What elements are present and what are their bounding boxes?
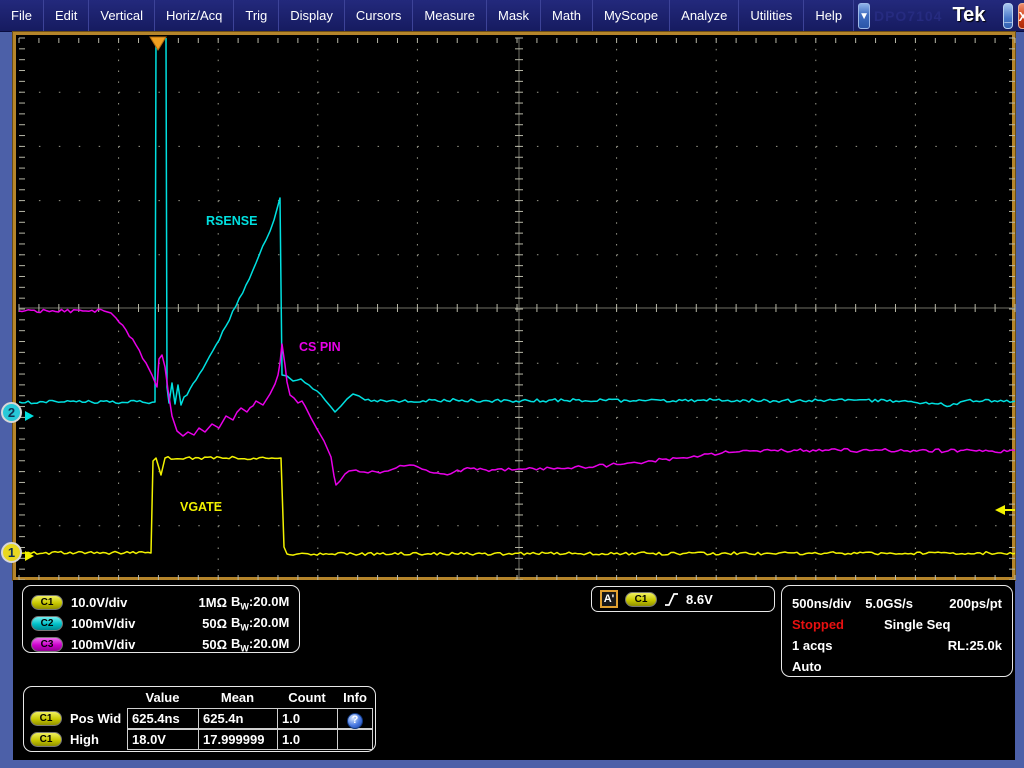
rising-edge-icon (664, 591, 679, 608)
menu-item-trig[interactable]: Trig (234, 0, 279, 31)
meas-header-info: Info (337, 690, 373, 705)
menu-item-measure[interactable]: Measure (413, 0, 487, 31)
menu-dropdown-button[interactable]: ▼ (858, 3, 870, 29)
channel1-reference-marker[interactable]: 1 (1, 542, 22, 563)
trigger-channel-badge[interactable]: C1 (625, 592, 657, 607)
meas-row1-value: 625.4ns (127, 708, 198, 729)
menu-item-file[interactable]: File (0, 0, 44, 31)
acquisition-count: 1 acqs (792, 638, 832, 653)
channel2-bandwidth: BW:20.0M (231, 615, 289, 633)
trace-rsense (19, 37, 1016, 412)
meas-row2-channel-badge[interactable]: C1 (30, 732, 62, 747)
trace-cs-pin (19, 309, 1016, 485)
channel-settings-panel[interactable]: C1 10.0V/div 1MΩ BW:20.0M C2 100mV/div 5… (22, 585, 300, 653)
trace-label-rsense: RSENSE (206, 214, 257, 228)
channel1-badge[interactable]: C1 (31, 595, 63, 610)
meas-header-value: Value (127, 690, 198, 705)
readout-area: C1 10.0V/div 1MΩ BW:20.0M C2 100mV/div 5… (13, 580, 1015, 760)
channel2-impedance: 50Ω (179, 616, 231, 631)
meas-row1-name: C1 Pos Wid (24, 711, 127, 726)
menu-item-math[interactable]: Math (541, 0, 593, 31)
channel2-badge[interactable]: C2 (31, 616, 63, 631)
meas-row1-channel-badge[interactable]: C1 (30, 711, 62, 726)
channel1-scale: 10.0V/div (71, 595, 179, 610)
info-icon[interactable]: ? (347, 713, 363, 729)
channel3-badge[interactable]: C3 (31, 637, 63, 652)
minimize-icon: _ (1004, 9, 1011, 24)
timebase: 500ns/div (792, 596, 851, 611)
meas-row2-info (337, 729, 373, 750)
channel1-settings-row[interactable]: C1 10.0V/div 1MΩ BW:20.0M (31, 592, 289, 613)
close-icon: X (1019, 9, 1024, 24)
trigger-level-arrow[interactable] (995, 505, 1005, 515)
menu-item-myscope[interactable]: MyScope (593, 0, 670, 31)
menu-item-horiz-acq[interactable]: Horiz/Acq (155, 0, 234, 31)
acquisition-mode: Single Seq (884, 617, 950, 632)
trace-label-cs-pin: CS PIN (299, 340, 341, 354)
graticule-grid (19, 38, 1015, 580)
channel1-bandwidth: BW:20.0M (231, 594, 289, 612)
channel2-reference-marker[interactable]: 2 (1, 402, 22, 423)
acquisition-state: Stopped (792, 617, 844, 632)
trigger-position-marker[interactable] (150, 37, 166, 50)
acquisition-panel[interactable]: 500ns/div 5.0GS/s 200ps/pt Stopped Singl… (781, 585, 1013, 677)
channel2-reference-arrow[interactable] (25, 411, 34, 421)
trigger-mode: Auto (792, 659, 822, 674)
sample-rate: 5.0GS/s (865, 596, 913, 611)
meas-row2-count: 1.0 (277, 729, 337, 750)
meas-header-mean: Mean (198, 690, 277, 705)
tek-logo: Tek (952, 4, 985, 27)
close-button[interactable]: X (1018, 3, 1024, 29)
record-length: RL:25.0k (948, 638, 1002, 653)
channel2-scale: 100mV/div (71, 616, 179, 631)
menu-item-vertical[interactable]: Vertical (89, 0, 155, 31)
channel1-impedance: 1MΩ (179, 595, 231, 610)
trigger-level: 8.6V (686, 592, 713, 607)
meas-row2-name: C1 High (24, 732, 127, 747)
trigger-source-badge[interactable]: A' (600, 590, 618, 608)
chevron-down-icon: ▼ (859, 11, 869, 22)
meas-row1-mean: 625.4n (198, 708, 277, 729)
menu-item-edit[interactable]: Edit (44, 0, 89, 31)
trace-label-vgate: VGATE (180, 500, 222, 514)
waveform-traces: RSENSE CS PIN VGATE (19, 37, 1016, 555)
model-label: DPO7104 (874, 8, 942, 24)
measurements-panel[interactable]: Value Mean Count Info C1 Pos Wid 625.4ns… (23, 686, 376, 752)
scope-graticule: RSENSE CS PIN VGATE (16, 35, 1018, 583)
menu-item-display[interactable]: Display (279, 0, 345, 31)
trigger-readout-panel[interactable]: A' C1 8.6V (591, 586, 775, 612)
menu-item-cursors[interactable]: Cursors (345, 0, 414, 31)
meas-row2-mean: 17.999999 (198, 729, 277, 750)
channel3-impedance: 50Ω (179, 637, 231, 652)
channel3-bandwidth: BW:20.0M (231, 636, 289, 654)
meas-row2-value: 18.0V (127, 729, 198, 750)
meas-row1-info: ? (337, 708, 373, 729)
minimize-button[interactable]: _ (1003, 3, 1012, 29)
channel3-scale: 100mV/div (71, 637, 179, 652)
menu-item-mask[interactable]: Mask (487, 0, 541, 31)
meas-row1-count: 1.0 (277, 708, 337, 729)
resolution: 200ps/pt (949, 596, 1002, 611)
menu-items: FileEditVerticalHoriz/AcqTrigDisplayCurs… (0, 0, 854, 31)
channel3-settings-row[interactable]: C3 100mV/div 50Ω BW:20.0M (31, 634, 289, 655)
menu-item-utilities[interactable]: Utilities (739, 0, 804, 31)
channel2-settings-row[interactable]: C2 100mV/div 50Ω BW:20.0M (31, 613, 289, 634)
menu-item-analyze[interactable]: Analyze (670, 0, 739, 31)
meas-header-count: Count (277, 690, 337, 705)
menu-bar: FileEditVerticalHoriz/AcqTrigDisplayCurs… (0, 0, 1024, 32)
waveform-display: RSENSE CS PIN VGATE (13, 32, 1015, 580)
menu-item-help[interactable]: Help (804, 0, 854, 31)
